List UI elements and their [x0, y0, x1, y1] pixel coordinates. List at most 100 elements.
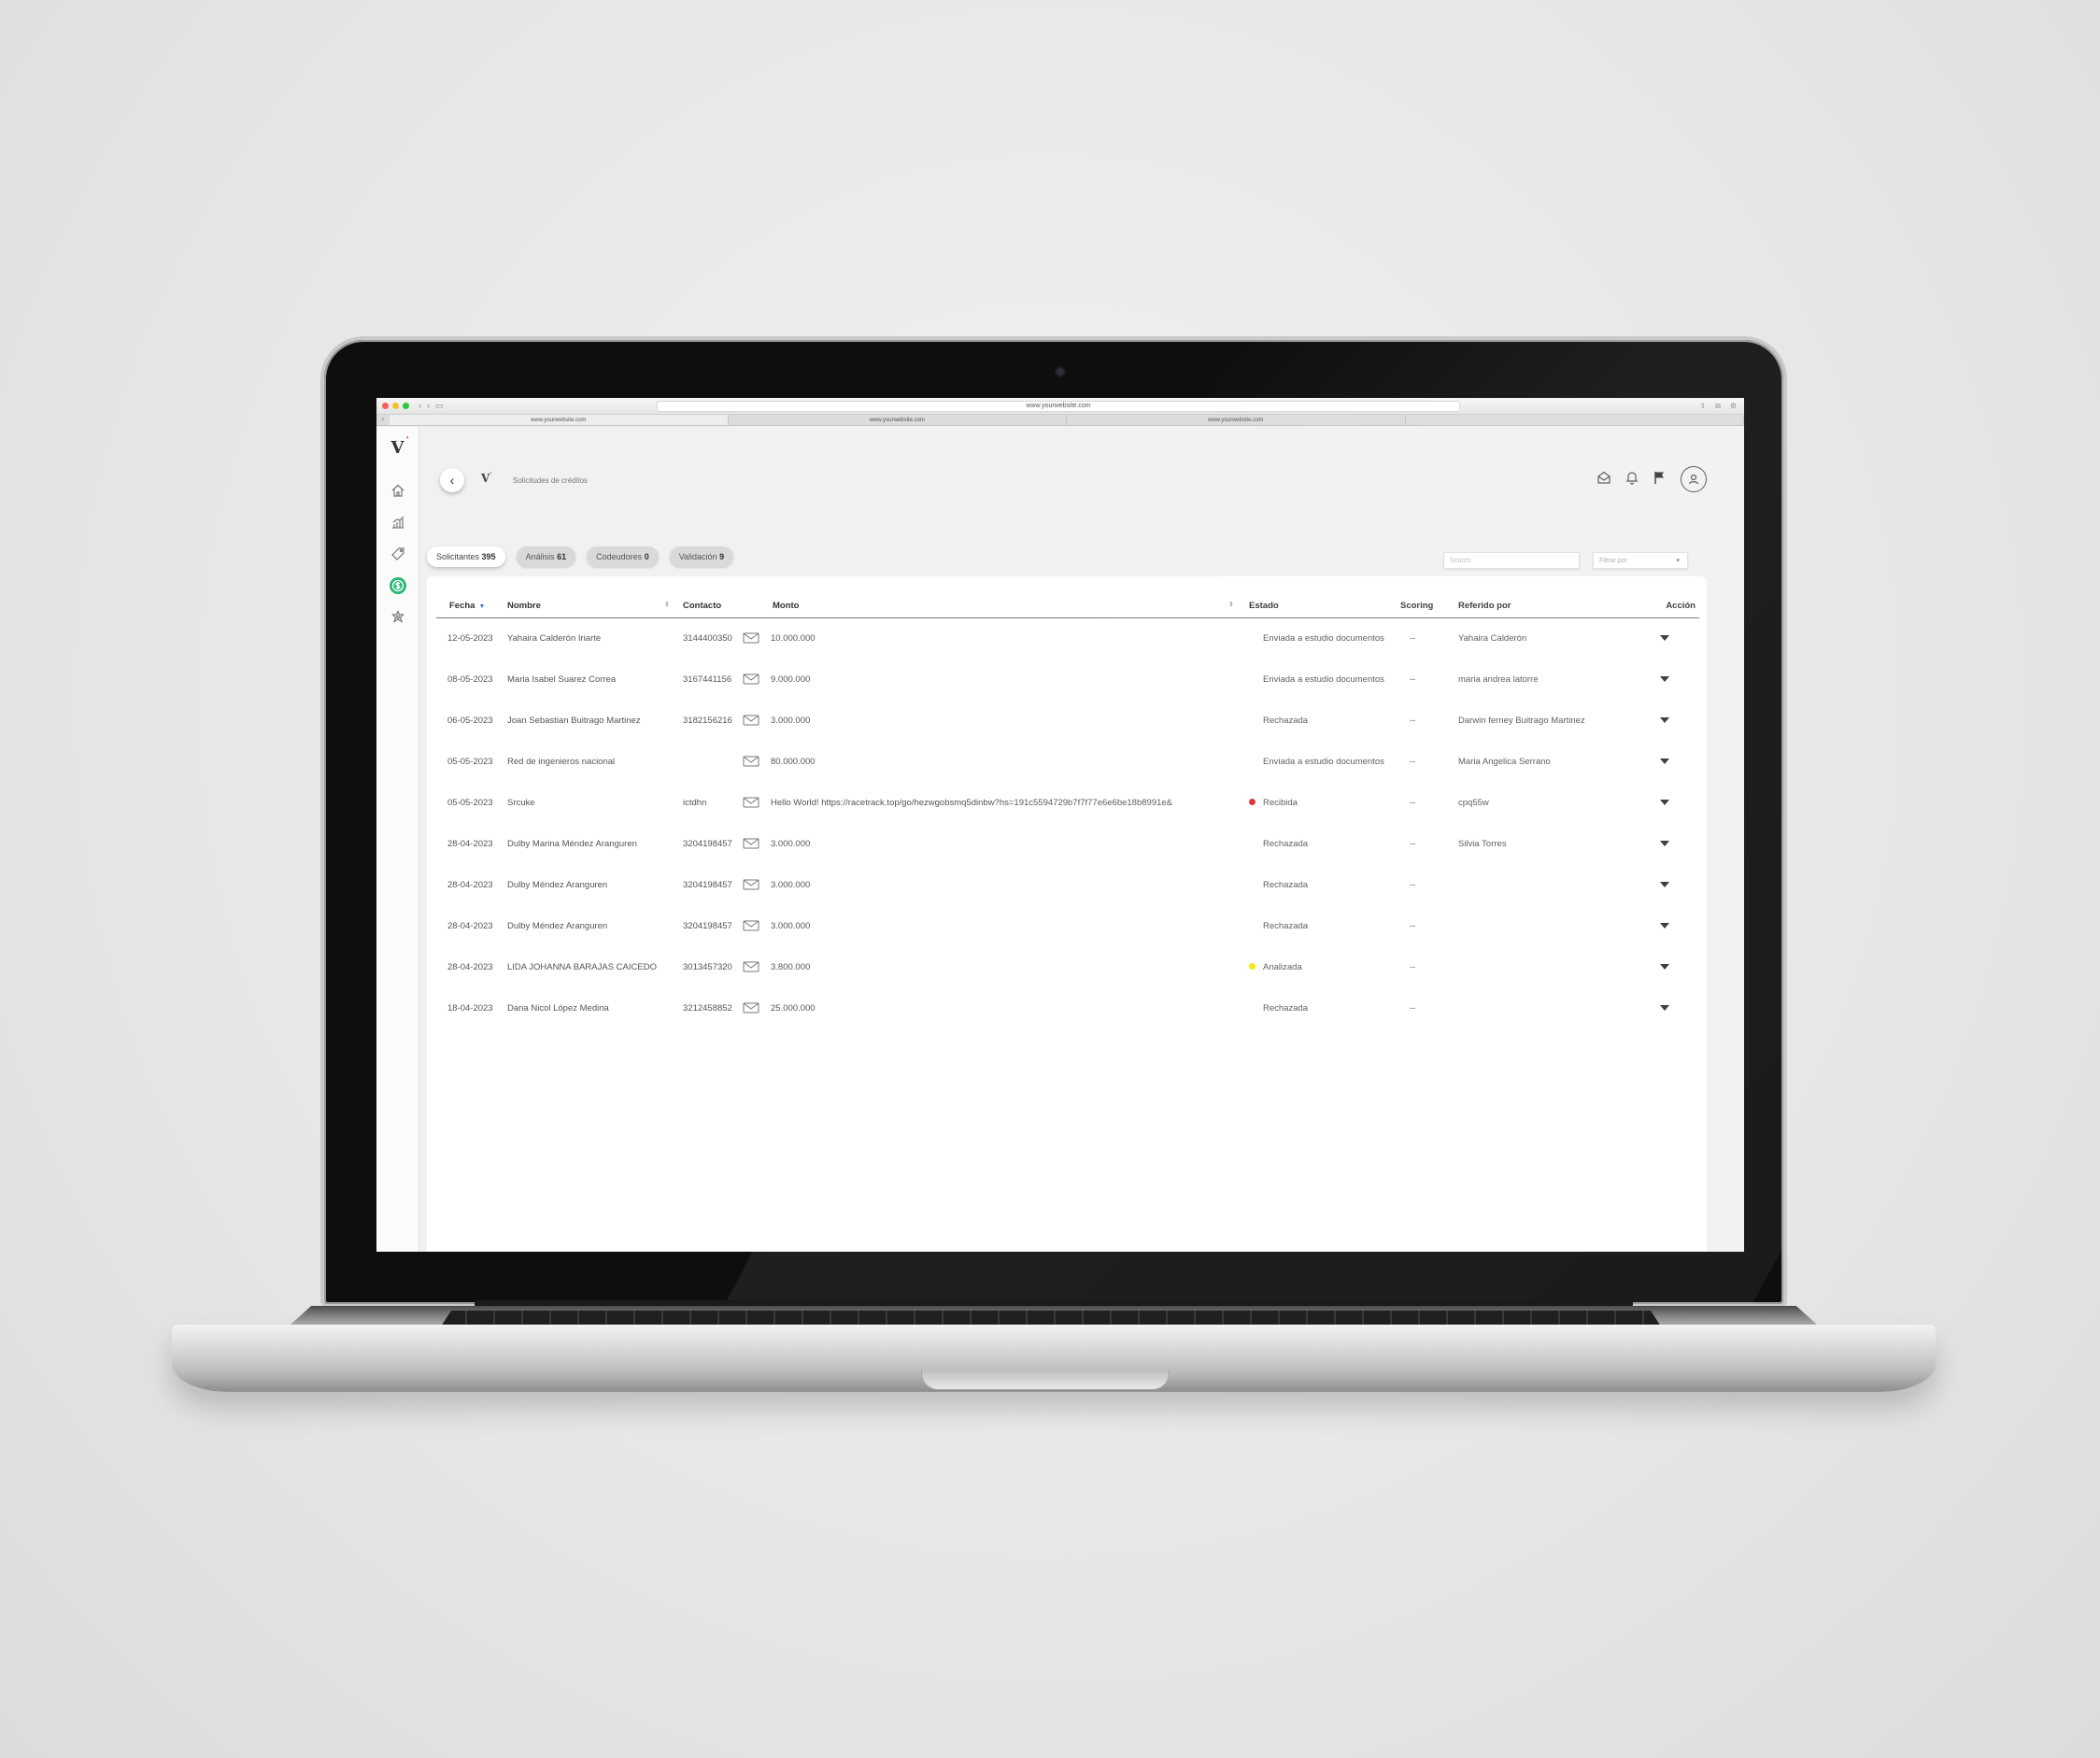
- sort-down-icon[interactable]: ▼: [478, 603, 485, 610]
- tab-solicitantes[interactable]: Solicitantes 395: [427, 546, 505, 567]
- table-row[interactable]: 28-04-2023 Dulby Méndez Aranguren 320419…: [436, 905, 1699, 946]
- status-badge: Rechazada: [1263, 920, 1309, 931]
- cell-monto: 3.000.000: [771, 879, 811, 890]
- address-bar[interactable]: www.yourwebsite.com: [657, 401, 1460, 412]
- chevron-down-icon[interactable]: [1660, 881, 1669, 887]
- chevron-down-icon[interactable]: [1660, 758, 1669, 764]
- user-avatar[interactable]: [1681, 466, 1707, 492]
- mail-icon[interactable]: [743, 879, 759, 890]
- close-window-button[interactable]: [382, 403, 389, 409]
- browser-tab[interactable]: www.yourwebsite.com: [729, 415, 1067, 425]
- col-estado: Estado: [1240, 595, 1400, 618]
- table-row[interactable]: 18-04-2023 Dana Nicol López Medina 32124…: [436, 987, 1699, 1028]
- browser-tab[interactable]: www.yourwebsite.com: [1067, 415, 1406, 425]
- cell-monto: 80.000.000: [771, 756, 816, 767]
- col-scoring: Scoring: [1400, 595, 1453, 618]
- cell-scoring: --: [1410, 1002, 1416, 1014]
- minimize-window-button[interactable]: [392, 403, 399, 409]
- chevron-down-icon[interactable]: [1660, 799, 1669, 805]
- back-button[interactable]: ‹: [440, 468, 464, 492]
- cell-referido: maria andrea latorre: [1458, 673, 1539, 685]
- cell-monto: 25.000.000: [771, 1002, 816, 1014]
- chevron-down-icon[interactable]: [1660, 840, 1669, 846]
- browser-tab[interactable]: www.yourwebsite.com: [390, 415, 729, 425]
- cell-referido: Darwin ferney Buitrago Martinez: [1458, 715, 1585, 726]
- tab-codeudores[interactable]: Codeudores 0: [587, 546, 659, 567]
- table-row[interactable]: 05-05-2023 Srcuke ictdhn Hello World! ht…: [436, 782, 1699, 823]
- flag-icon[interactable]: [1653, 470, 1667, 489]
- cell-estado: Enviada a estudio documentos: [1240, 617, 1400, 659]
- chevron-down-icon[interactable]: [1660, 675, 1669, 682]
- cell-estado: Rechazada: [1240, 905, 1400, 946]
- mail-icon[interactable]: [743, 756, 759, 767]
- chevron-down-icon[interactable]: [1660, 634, 1669, 641]
- filter-select[interactable]: Filtrar por ▾: [1593, 552, 1688, 569]
- col-monto[interactable]: Monto ⇕: [763, 595, 1240, 618]
- status-dot: [1249, 881, 1256, 887]
- user-icon: [1688, 474, 1699, 485]
- cell-contacto: 3144400350: [675, 617, 763, 659]
- cell-estado: Rechazada: [1240, 700, 1400, 741]
- forward-arrow-icon[interactable]: ›: [427, 401, 430, 411]
- table-row[interactable]: 08-05-2023 Maria Isabel Suarez Correa 31…: [436, 659, 1699, 700]
- chevron-down-icon[interactable]: [1660, 963, 1669, 970]
- cell-monto: 10.000.000: [771, 632, 816, 644]
- maximize-window-button[interactable]: [403, 403, 409, 409]
- home-icon[interactable]: [390, 482, 406, 499]
- camera: [1055, 366, 1066, 377]
- cell-scoring: --: [1410, 756, 1416, 767]
- chevron-down-icon[interactable]: [1660, 716, 1669, 723]
- search-input[interactable]: Search: [1443, 552, 1580, 569]
- browser-toolbar: ‹ › ▭ www.yourwebsite.com ⇪ ⧉ ⚙: [376, 398, 1744, 415]
- cell-nombre: Maria Isabel Suarez Correa: [507, 673, 617, 685]
- mail-icon[interactable]: [743, 1002, 759, 1014]
- back-arrow-icon[interactable]: ‹: [419, 401, 421, 411]
- mail-icon[interactable]: [743, 673, 759, 685]
- cell-monto: 3.000.000: [771, 715, 811, 726]
- close-tab-icon[interactable]: ×: [376, 415, 390, 425]
- table-row[interactable]: 06-05-2023 Joan Sebastian Buitrago Marti…: [436, 700, 1699, 741]
- sidebar-toggle-icon[interactable]: ▭: [435, 401, 444, 411]
- mail-icon[interactable]: [743, 632, 759, 644]
- cell-referido: Yahaira Calderón: [1458, 632, 1527, 644]
- tag-icon[interactable]: [390, 546, 406, 562]
- cell-nombre: Red de ingenieros nacional: [507, 756, 616, 767]
- col-fecha[interactable]: Fecha ▼: [436, 595, 500, 618]
- col-nombre[interactable]: Nombre ⇕: [500, 595, 675, 618]
- share-icon[interactable]: ⇪: [1699, 402, 1706, 411]
- table-row[interactable]: 12-05-2023 Yahaira Calderón Iriarte 3144…: [436, 617, 1699, 659]
- mail-icon[interactable]: [743, 838, 759, 849]
- table-row[interactable]: 28-04-2023 Dulby Méndez Aranguren 320419…: [436, 864, 1699, 905]
- sort-icon[interactable]: ⇕: [1228, 601, 1234, 608]
- chevron-down-icon[interactable]: [1660, 1004, 1669, 1011]
- status-dot: [1249, 840, 1256, 846]
- sort-icon[interactable]: ⇕: [664, 601, 670, 608]
- gear-icon[interactable]: ⚙: [1730, 402, 1737, 411]
- mail-open-icon[interactable]: [1596, 470, 1611, 489]
- cell-scoring: --: [1410, 879, 1416, 890]
- mail-icon[interactable]: [743, 715, 759, 726]
- chart-icon[interactable]: [390, 514, 406, 531]
- cell-contacto: 3204198457: [675, 905, 763, 946]
- settings-icon[interactable]: [390, 609, 406, 626]
- mail-icon[interactable]: [743, 961, 759, 972]
- tabs-icon[interactable]: ⧉: [1715, 402, 1721, 411]
- tab-analisis[interactable]: Análisis 61: [516, 546, 576, 567]
- status-badge: Rechazada: [1263, 838, 1309, 849]
- cell-fecha: 12-05-2023: [447, 632, 493, 644]
- tab-validacion[interactable]: Validación 9: [669, 546, 734, 567]
- status-dot: [1249, 635, 1256, 642]
- chevron-down-icon[interactable]: [1660, 922, 1669, 929]
- table-row[interactable]: 28-04-2023 Dulby Marina Méndez Aranguren…: [436, 823, 1699, 864]
- cell-fecha: 18-04-2023: [447, 1002, 493, 1014]
- browser-tab-empty[interactable]: [1406, 415, 1744, 425]
- mail-icon[interactable]: [743, 920, 759, 931]
- table-row[interactable]: 28-04-2023 LIDA JOHANNA BARAJAS CAICEDO …: [436, 946, 1699, 987]
- bell-icon[interactable]: [1625, 470, 1639, 489]
- cell-accion: [1630, 987, 1699, 1028]
- mail-icon[interactable]: [743, 797, 759, 808]
- dollar-icon[interactable]: [389, 577, 406, 594]
- cell-contacto: [675, 741, 763, 782]
- app-logo[interactable]: V ': [391, 436, 409, 458]
- table-row[interactable]: 05-05-2023 Red de ingenieros nacional 80…: [436, 741, 1699, 782]
